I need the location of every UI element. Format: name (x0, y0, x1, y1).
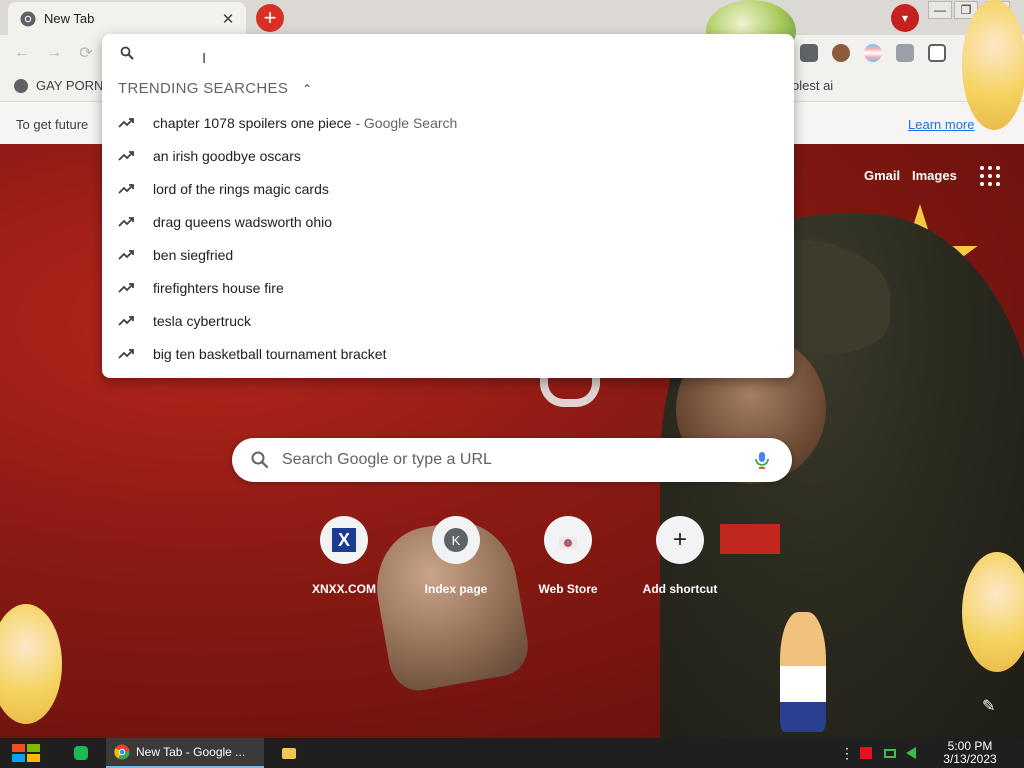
shortcut-tile: X (320, 516, 368, 564)
ntp-search-box[interactable]: Search Google or type a URL (232, 438, 792, 482)
tab-close-icon[interactable]: ✕ (218, 9, 238, 29)
cartoon-sticker-image (962, 0, 1024, 130)
add-shortcut-button[interactable]: + Add shortcut (624, 516, 736, 596)
taskbar: New Tab - Google ... ⋮ 5:00 PM 3/13/2023 (0, 738, 1024, 768)
back-button[interactable]: ← (12, 43, 32, 63)
shortcut-tile: K (432, 516, 480, 564)
learn-more-link[interactable]: Learn more (908, 117, 974, 132)
tab-new-tab[interactable]: New Tab ✕ (8, 2, 246, 35)
letter-k-icon: K (444, 528, 468, 552)
extensions-puzzle-icon[interactable] (896, 44, 914, 62)
reload-button[interactable]: ⟳ (76, 43, 96, 63)
shortcut-tile: + (656, 516, 704, 564)
search-icon (251, 451, 269, 469)
folder-icon (282, 747, 296, 759)
trending-up-icon (118, 150, 134, 161)
trending-up-icon (118, 348, 134, 359)
shortcut-tile (544, 516, 592, 564)
x-logo-icon: X (332, 528, 356, 552)
bookmark-favicon-icon (14, 78, 28, 93)
section-title: TRENDING SEARCHES (118, 80, 289, 97)
suggestion-row[interactable]: big ten basketball tournament bracket (102, 337, 794, 370)
minimize-button[interactable]: — (928, 1, 952, 19)
ublock-extension-icon[interactable] (800, 44, 818, 62)
suggestion-row[interactable]: tesla cybertruck (102, 304, 794, 337)
bookmark-item[interactable]: olest ai (792, 78, 833, 93)
images-link[interactable]: Images (912, 168, 957, 183)
gmail-link[interactable]: Gmail (864, 168, 900, 183)
suggestion-row[interactable]: lord of the rings magic cards (102, 172, 794, 205)
suggestion-row[interactable]: chapter 1078 spoilers one piece - Google… (102, 106, 794, 139)
taskbar-clock[interactable]: 5:00 PM 3/13/2023 (930, 740, 1010, 766)
suggestion-text: tesla cybertruck (153, 312, 252, 329)
shortcut-label: Add shortcut (642, 582, 718, 596)
bookmark-label: olest ai (792, 78, 834, 93)
forward-button[interactable]: → (44, 43, 64, 63)
taskbar-chrome-item[interactable]: New Tab - Google ... (106, 738, 264, 768)
suggestion-row[interactable]: firefighters house fire (102, 271, 794, 304)
trending-up-icon (118, 117, 134, 128)
bookmark-item[interactable]: GAY PORN (14, 78, 103, 93)
chrome-icon (20, 11, 36, 26)
bookmark-label: GAY PORN (36, 78, 104, 93)
text-cursor-icon: I (202, 50, 207, 67)
cartoon-sticker-image (780, 612, 826, 732)
suggestion-row[interactable]: an irish goodbye oscars (102, 139, 794, 172)
shortcut-label: Web Store (538, 582, 598, 596)
profile-extension-icon[interactable] (832, 44, 850, 62)
microphone-icon[interactable] (752, 450, 772, 470)
green-app-icon (74, 746, 88, 760)
suggestion-suffix: - Google Search (351, 114, 458, 131)
shortcut-web-store[interactable]: Web Store (512, 516, 624, 596)
side-panel-icon[interactable] (928, 44, 946, 62)
network-tray-icon[interactable] (884, 738, 900, 768)
suggestion-text: firefighters house fire (153, 279, 284, 296)
plus-icon: + (672, 526, 687, 553)
chrome-icon (114, 744, 130, 760)
trending-searches-header[interactable]: TRENDING SEARCHES ⌃ (118, 80, 312, 97)
windows-start-icon[interactable] (10, 738, 42, 768)
clock-date: 3/13/2023 (943, 752, 997, 766)
tab-search-button[interactable]: ▾ (891, 4, 919, 32)
suggestion-text: ben siegfried (153, 246, 234, 263)
tab-title: New Tab (44, 11, 95, 26)
trending-up-icon (118, 183, 134, 194)
suggestion-text: drag queens wadsworth ohio (153, 213, 333, 230)
trending-up-icon (118, 315, 134, 326)
cartoon-sticker-image (0, 604, 62, 724)
suggestion-text: lord of the rings magic cards (153, 180, 329, 197)
taskbar-item-label: New Tab - Google ... (136, 745, 246, 759)
volume-tray-icon[interactable] (906, 738, 922, 768)
tab-strip: New Tab ✕ + ▾ — ❐ ✕ (0, 0, 1024, 35)
suggestion-row[interactable]: ben siegfried (102, 238, 794, 271)
overflow-menu-icon[interactable]: ⋮ (840, 738, 854, 768)
taskbar-explorer-item[interactable] (280, 738, 298, 768)
search-icon (120, 46, 134, 60)
shortcut-label: Index page (424, 582, 488, 596)
shortcut-xnxx[interactable]: X XNXX.COM (288, 516, 400, 596)
taskbar-app-icon[interactable] (70, 738, 92, 768)
trending-up-icon (118, 282, 134, 293)
suggestion-text: chapter 1078 spoilers one piece - Google… (153, 114, 458, 131)
search-placeholder: Search Google or type a URL (282, 451, 492, 468)
omnibox-dropdown: I TRENDING SEARCHES ⌃ chapter 1078 spoil… (102, 34, 794, 378)
suggestion-row[interactable]: drag queens wadsworth ohio (102, 205, 794, 238)
new-tab-button[interactable]: + (256, 4, 284, 32)
flag-tray-icon[interactable] (860, 738, 876, 768)
chevron-up-icon: ⌃ (302, 81, 313, 96)
trending-up-icon (118, 216, 134, 227)
shortcut-label: XNXX.COM (311, 582, 376, 596)
customize-edit-icon[interactable]: ✎ (982, 696, 1002, 716)
web-store-icon (559, 537, 577, 549)
suggestion-text: big ten basketball tournament bracket (153, 345, 387, 362)
flag-extension-icon[interactable] (864, 44, 882, 62)
info-bar-message: To get future (16, 117, 89, 132)
trending-up-icon (118, 249, 134, 260)
suggestion-text: an irish goodbye oscars (153, 147, 301, 164)
shortcut-index-page[interactable]: K Index page (400, 516, 512, 596)
cartoon-sticker-image (962, 552, 1024, 672)
google-apps-icon[interactable] (980, 166, 1000, 186)
